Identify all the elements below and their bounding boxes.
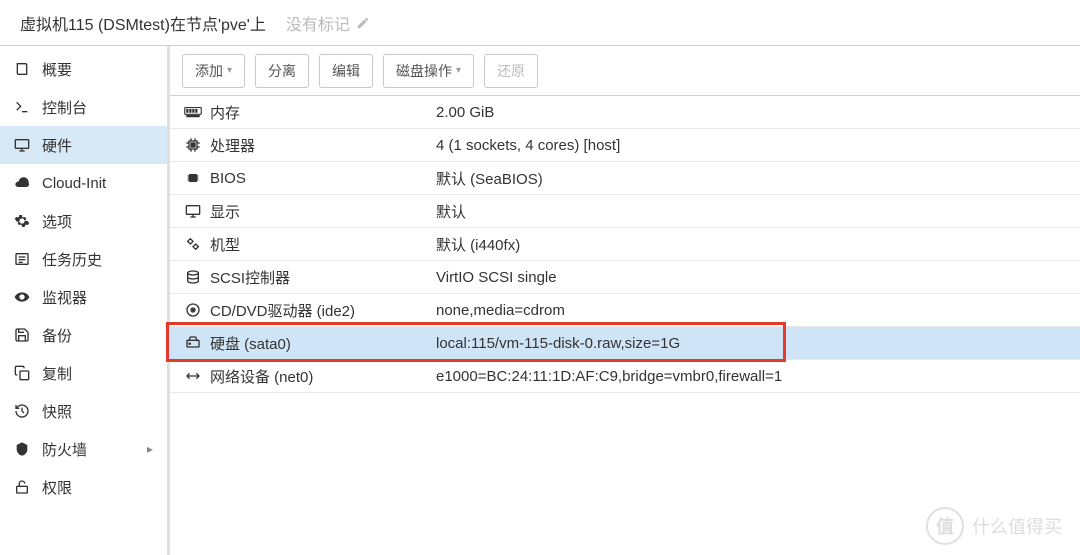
hardware-row-label: BIOS [204, 170, 436, 187]
cogs-icon [182, 236, 204, 252]
disk-action-label: 磁盘操作 [396, 61, 452, 81]
stack-icon [182, 269, 204, 285]
hardware-row-value: 默认 [436, 201, 1080, 222]
revert-button[interactable]: 还原 [484, 54, 538, 88]
no-tags[interactable]: 没有标记 [286, 11, 370, 35]
edit-label: 编辑 [332, 61, 360, 81]
sidebar-item-2[interactable]: 硬件 [0, 126, 167, 164]
chevron-down-icon: ▾ [456, 65, 461, 76]
copy-icon [14, 365, 32, 381]
toolbar: 添加 ▾ 分离 编辑 磁盘操作 ▾ 还原 [170, 46, 1080, 96]
net-icon [182, 368, 204, 384]
sidebar-item-label: 任务历史 [42, 249, 102, 270]
hardware-row-value: e1000=BC:24:11:1D:AF:C9,bridge=vmbr0,fir… [436, 368, 1080, 385]
sidebar-item-11[interactable]: 权限 [0, 468, 167, 506]
save-icon [14, 327, 32, 343]
sidebar-item-label: 快照 [42, 401, 72, 422]
hardware-row[interactable]: 处理器4 (1 sockets, 4 cores) [host] [170, 129, 1080, 162]
vm-title: 虚拟机115 (DSMtest)在节点'pve'上 [20, 11, 266, 35]
hardware-row-label: 处理器 [204, 135, 436, 156]
list-icon [14, 251, 32, 267]
sidebar-item-7[interactable]: 备份 [0, 316, 167, 354]
sidebar-item-9[interactable]: 快照 [0, 392, 167, 430]
sidebar-item-label: 权限 [42, 477, 72, 498]
revert-label: 还原 [497, 61, 525, 81]
hardware-row[interactable]: 硬盘 (sata0)local:115/vm-115-disk-0.raw,si… [170, 327, 1080, 360]
hardware-table: 内存2.00 GiB处理器4 (1 sockets, 4 cores) [hos… [170, 96, 1080, 555]
cloud-icon [14, 175, 32, 191]
hardware-row-label: 网络设备 (net0) [204, 366, 436, 387]
hardware-row-label: 机型 [204, 234, 436, 255]
add-label: 添加 [195, 61, 223, 81]
edit-button[interactable]: 编辑 [319, 54, 373, 88]
memory-icon [182, 105, 204, 119]
hardware-row-value: 4 (1 sockets, 4 cores) [host] [436, 137, 1080, 154]
hdd-icon [182, 335, 204, 351]
add-button[interactable]: 添加 ▾ [182, 54, 245, 88]
hardware-row[interactable]: 内存2.00 GiB [170, 96, 1080, 129]
sidebar-item-10[interactable]: 防火墙 ▸ [0, 430, 167, 468]
hardware-row-value: 默认 (i440fx) [436, 234, 1080, 255]
hardware-row[interactable]: 机型默认 (i440fx) [170, 228, 1080, 261]
sidebar-item-label: 控制台 [42, 97, 87, 118]
sidebar-item-1[interactable]: 控制台 [0, 88, 167, 126]
sidebar-item-label: 概要 [42, 59, 72, 80]
hardware-row-value: 2.00 GiB [436, 104, 1080, 121]
hardware-row[interactable]: CD/DVD驱动器 (ide2)none,media=cdrom [170, 294, 1080, 327]
sidebar-item-4[interactable]: 选项 [0, 202, 167, 240]
sidebar-item-label: Cloud-Init [42, 175, 106, 192]
hardware-row[interactable]: BIOS默认 (SeaBIOS) [170, 162, 1080, 195]
hardware-row-value: VirtIO SCSI single [436, 269, 1080, 286]
monitor-icon [14, 137, 32, 153]
sidebar-item-label: 复制 [42, 363, 72, 384]
sidebar-item-label: 防火墙 [42, 439, 87, 460]
detach-button[interactable]: 分离 [255, 54, 309, 88]
terminal-icon [14, 99, 32, 115]
no-tags-label: 没有标记 [286, 11, 350, 35]
gear-icon [14, 213, 32, 229]
pencil-icon [356, 16, 370, 30]
hardware-row-value: 默认 (SeaBIOS) [436, 168, 1080, 189]
sidebar: 概要控制台硬件 Cloud-Init 选项任务历史监视器备份复制快照防火墙 ▸ 权限 [0, 46, 170, 555]
hardware-row[interactable]: 显示默认 [170, 195, 1080, 228]
eye-icon [14, 289, 32, 305]
hardware-row-label: CD/DVD驱动器 (ide2) [204, 300, 436, 321]
sidebar-item-label: 硬件 [42, 135, 72, 156]
shield-icon [14, 441, 32, 457]
sidebar-item-label: 监视器 [42, 287, 87, 308]
chevron-right-icon: ▸ [147, 442, 153, 456]
sidebar-item-3[interactable]: Cloud-Init [0, 164, 167, 202]
sidebar-item-label: 选项 [42, 211, 72, 232]
chevron-down-icon: ▾ [227, 65, 232, 76]
hardware-row-value: none,media=cdrom [436, 302, 1080, 319]
hardware-row-label: 显示 [204, 201, 436, 222]
sidebar-item-label: 备份 [42, 325, 72, 346]
chip-icon [182, 170, 204, 186]
sidebar-item-5[interactable]: 任务历史 [0, 240, 167, 278]
cpu-icon [182, 137, 204, 153]
sidebar-item-6[interactable]: 监视器 [0, 278, 167, 316]
book-icon [14, 61, 32, 77]
hardware-row[interactable]: SCSI控制器VirtIO SCSI single [170, 261, 1080, 294]
history-icon [14, 403, 32, 419]
detach-label: 分离 [268, 61, 296, 81]
disk-action-button[interactable]: 磁盘操作 ▾ [383, 54, 474, 88]
content: 添加 ▾ 分离 编辑 磁盘操作 ▾ 还原 内存2.00 GiB处理器4 (1 s… [170, 46, 1080, 555]
sidebar-item-0[interactable]: 概要 [0, 50, 167, 88]
hardware-row[interactable]: 网络设备 (net0)e1000=BC:24:11:1D:AF:C9,bridg… [170, 360, 1080, 393]
hardware-row-label: SCSI控制器 [204, 267, 436, 288]
sidebar-item-8[interactable]: 复制 [0, 354, 167, 392]
hardware-row-value: local:115/vm-115-disk-0.raw,size=1G [436, 335, 1080, 352]
hardware-row-label: 硬盘 (sata0) [204, 333, 436, 354]
hardware-row-label: 内存 [204, 102, 436, 123]
disc-icon [182, 302, 204, 318]
titlebar: 虚拟机115 (DSMtest)在节点'pve'上 没有标记 [0, 0, 1080, 46]
display-icon [182, 203, 204, 219]
unlock-icon [14, 479, 32, 495]
